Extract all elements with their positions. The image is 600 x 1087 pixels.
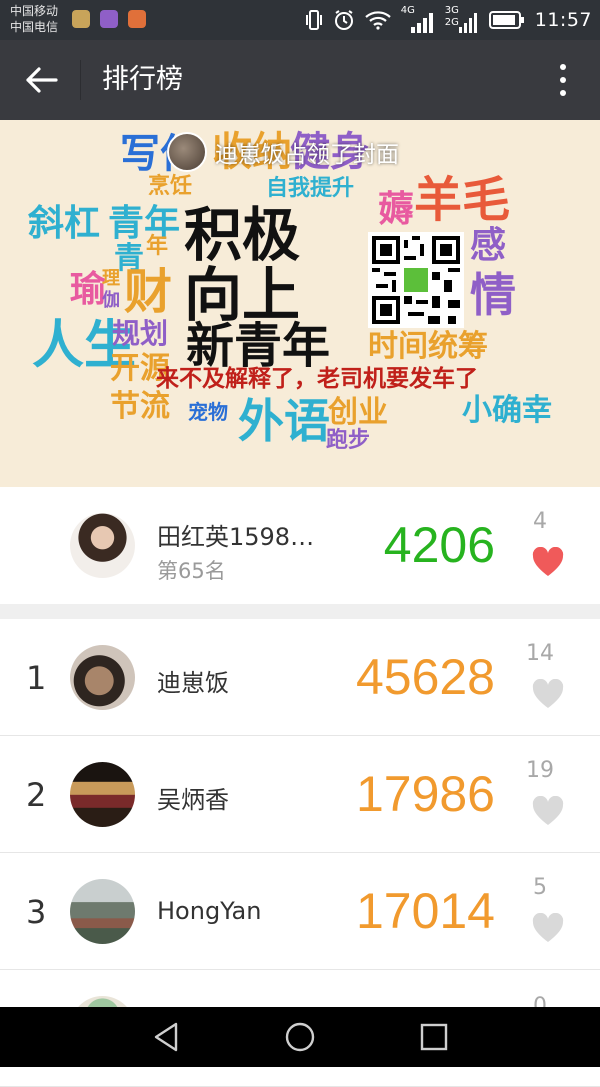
vibrate-icon: [305, 10, 322, 30]
avatar: [70, 513, 135, 578]
clock: 11:57: [534, 9, 592, 31]
my-like-count: 4: [533, 509, 547, 534]
word-slogan: 来不及解释了，老司机要发车了: [156, 366, 478, 392]
carrier-info: 中国移动 中国电信: [10, 3, 58, 35]
back-arrow-icon[interactable]: [22, 60, 62, 100]
page-title: 排行榜: [102, 64, 183, 95]
signal-2: 3G 2G: [444, 5, 479, 33]
system-nav-bar: [0, 1007, 600, 1067]
user-name: 吴炳香: [157, 786, 229, 814]
heart-icon[interactable]: [532, 913, 564, 943]
signal-bars-1-icon: [410, 13, 433, 33]
wifi-icon: [365, 11, 391, 30]
avatar: [70, 645, 135, 710]
word-self-improve: 自我提升: [266, 176, 355, 201]
word-cooking: 烹饪: [148, 174, 193, 199]
word-save: 节流: [110, 389, 170, 424]
notification-icons: [72, 10, 146, 28]
word-hao: 薅: [378, 189, 415, 230]
word-positive: 积极: [184, 201, 301, 269]
heart-icon[interactable]: [532, 796, 564, 826]
nav-home-icon[interactable]: [284, 1021, 316, 1053]
heart-icon[interactable]: [532, 679, 564, 709]
alarm-icon: [334, 10, 353, 30]
user-name: 迪崽饭: [157, 669, 229, 697]
weather-app-icon: [72, 10, 90, 28]
step-count: 45628: [355, 649, 495, 705]
word-emotion: 情: [470, 268, 516, 322]
my-steps: 4206: [383, 517, 495, 573]
title-divider: [80, 60, 81, 100]
rank-number: 1: [26, 659, 47, 697]
rank-number: 2: [26, 776, 47, 814]
nav-recents-icon[interactable]: [418, 1021, 450, 1053]
list-item[interactable]: 2 吴炳香 17986 19: [0, 736, 600, 853]
status-bar: 中国移动 中国电信 4G 3G 2G 11:57: [0, 0, 600, 40]
word-planning: 规划: [112, 317, 169, 350]
signal-bars-2-icon: [458, 13, 477, 33]
step-count: 17986: [355, 766, 495, 822]
carrier-2: 中国电信: [10, 20, 59, 34]
like-count: 19: [526, 758, 554, 783]
word-upward: 向上: [184, 261, 301, 329]
my-name: 田红英1598…: [157, 523, 315, 551]
word-youth: 青年: [108, 203, 181, 244]
word-nian: 年: [146, 234, 169, 259]
word-wool: 羊毛: [414, 172, 511, 228]
word-slash: 斜杠: [28, 203, 101, 244]
heart-icon[interactable]: [532, 547, 564, 577]
nav-back-icon[interactable]: [150, 1021, 182, 1053]
word-running: 跑步: [326, 428, 371, 453]
list-item[interactable]: 1 迪崽饭 45628 14: [0, 619, 600, 736]
status-right: 4G 3G 2G 11:57: [305, 5, 592, 34]
like-count: 14: [526, 641, 554, 666]
user-name: HongYan: [157, 897, 262, 925]
word-feel: 感: [470, 225, 507, 266]
more-options-icon[interactable]: [556, 62, 570, 98]
network-2-label: 3G: [444, 5, 459, 16]
like-count: 5: [533, 875, 547, 900]
signal-1: 4G: [401, 5, 435, 33]
top-bar: 排行榜: [0, 40, 600, 120]
cover-owner-avatar: [167, 132, 207, 172]
cover-owner-text: 迪崽饭占领了封面: [215, 142, 399, 168]
list-item[interactable]: 3 HongYan 17014 5: [0, 853, 600, 970]
step-count: 17014: [355, 883, 495, 939]
avatar: [70, 762, 135, 827]
cover-owner: 迪崽饭占领了封面: [167, 132, 399, 172]
rank-number: 3: [26, 893, 47, 931]
word-startup: 创业: [328, 395, 388, 430]
word-li: 理: [102, 268, 120, 289]
my-ranking-row[interactable]: 田红英1598… 第65名 4206 4: [0, 487, 600, 604]
sync-app-icon: [128, 10, 146, 28]
qr-code: [368, 232, 464, 328]
battery-icon: [488, 11, 524, 29]
word-small-happiness: 小确幸: [462, 393, 552, 428]
my-rank: 第65名: [157, 559, 226, 583]
cover-banner[interactable]: 写作 收纳 健身 烹饪 自我提升 薅 羊毛 斜杠 青年 青 年 积极 向上 感 …: [0, 120, 600, 487]
word-finance: 财: [124, 264, 173, 320]
carrier-1: 中国移动: [10, 4, 59, 18]
word-time-mgmt: 时间统筹: [368, 329, 488, 364]
network-3-label: 2G: [444, 17, 459, 28]
avatar: [70, 879, 135, 944]
word-languages: 外语: [238, 394, 330, 448]
gallery-app-icon: [100, 10, 118, 28]
word-pets: 宠物: [188, 400, 228, 424]
qr-code-icon: [372, 236, 460, 324]
word-new-youth: 新青年: [186, 318, 331, 374]
word-yu: 瑜: [70, 269, 107, 310]
word-jia: 伽: [102, 290, 120, 311]
